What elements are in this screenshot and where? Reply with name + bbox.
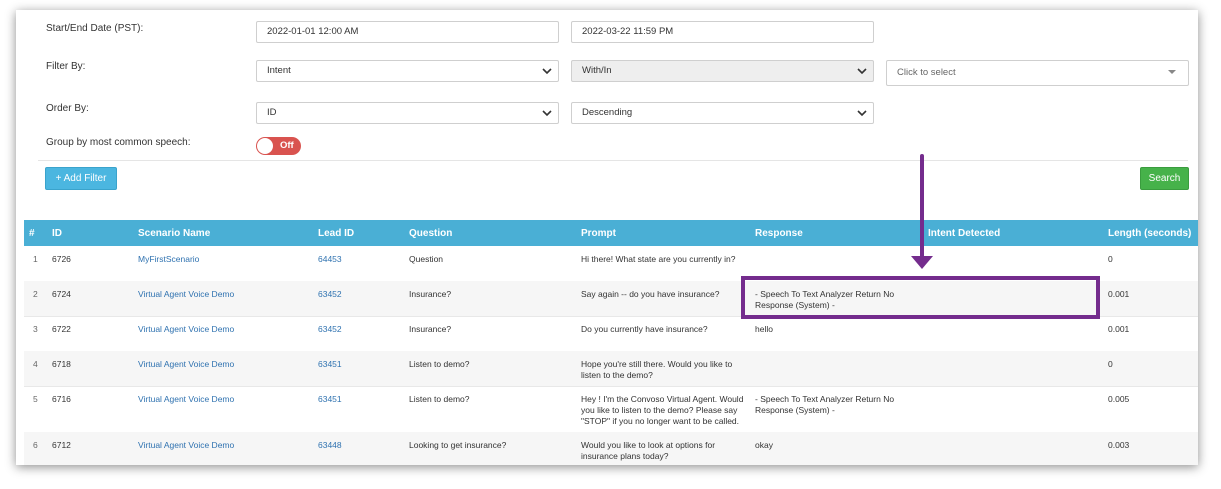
row-length: 0.005 <box>1108 394 1130 404</box>
end-date-input[interactable]: 2022-03-22 11:59 PM <box>571 21 874 43</box>
filter-value-select[interactable]: Click to select <box>886 60 1189 86</box>
caret-down-icon <box>1168 70 1176 74</box>
row-length: 0.001 <box>1108 324 1130 334</box>
row-num: 6 <box>33 440 38 450</box>
col-question[interactable]: Question <box>409 228 452 239</box>
group-toggle[interactable]: Off <box>256 137 301 155</box>
filter-field-value: Intent <box>267 65 291 76</box>
date-label: Start/End Date (PST): <box>46 23 144 34</box>
scenario-link[interactable]: Virtual Agent Voice Demo <box>138 440 234 451</box>
row-id: 6724 <box>52 289 71 299</box>
chevron-down-icon <box>857 110 867 117</box>
order-field-value: ID <box>267 107 277 118</box>
lead-link[interactable]: 64453 <box>318 254 342 265</box>
col-lead-id[interactable]: Lead ID <box>318 228 354 239</box>
chevron-down-icon <box>857 68 867 75</box>
scenario-link[interactable]: Virtual Agent Voice Demo <box>138 394 234 405</box>
row-num: 2 <box>33 289 38 299</box>
lead-link[interactable]: 63452 <box>318 289 342 300</box>
filter-operator-value: With/In <box>582 65 612 76</box>
row-question: Insurance? <box>409 289 452 299</box>
scenario-link[interactable]: Virtual Agent Voice Demo <box>138 289 234 300</box>
row-length: 0 <box>1108 359 1113 369</box>
row-response: okay <box>755 440 773 450</box>
col-intent[interactable]: Intent Detected <box>928 228 1000 239</box>
lead-link[interactable]: 63452 <box>318 324 342 335</box>
filter-operator-select[interactable]: With/In <box>571 60 874 82</box>
row-prompt: Hope you're still there. Would you like … <box>581 359 733 380</box>
row-question: Looking to get insurance? <box>409 440 507 450</box>
col-num: # <box>29 228 35 239</box>
row-response: hello <box>755 324 773 334</box>
row-id: 6716 <box>52 394 71 404</box>
row-id: 6712 <box>52 440 71 450</box>
search-button[interactable]: Search <box>1140 167 1189 190</box>
row-id: 6726 <box>52 254 71 264</box>
table-row: 4 6718 Virtual Agent Voice Demo 63451 Li… <box>24 351 1198 387</box>
add-filter-button[interactable]: + Add Filter <box>45 167 117 190</box>
row-question: Insurance? <box>409 324 452 334</box>
order-direction-select[interactable]: Descending <box>571 102 874 124</box>
row-length: 0 <box>1108 254 1113 264</box>
row-prompt: Hey ! I'm the Convoso Virtual Agent. Wou… <box>581 394 744 426</box>
row-prompt: Say again -- do you have insurance? <box>581 289 720 299</box>
table-row: 3 6722 Virtual Agent Voice Demo 63452 In… <box>24 316 1198 352</box>
row-response: - Speech To Text Analyzer Return No Resp… <box>755 394 895 415</box>
scenario-link[interactable]: Virtual Agent Voice Demo <box>138 324 234 335</box>
lead-link[interactable]: 63451 <box>318 359 342 370</box>
toggle-state-label: Off <box>280 140 294 151</box>
row-id: 6722 <box>52 324 71 334</box>
order-label: Order By: <box>46 103 89 114</box>
report-panel: Start/End Date (PST): 2022-01-01 12:00 A… <box>16 10 1198 465</box>
row-num: 3 <box>33 324 38 334</box>
order-field-select[interactable]: ID <box>256 102 559 124</box>
row-id: 6718 <box>52 359 71 369</box>
scenario-link[interactable]: Virtual Agent Voice Demo <box>138 359 234 370</box>
annotation-arrow-head <box>911 256 933 269</box>
start-date-input[interactable]: 2022-01-01 12:00 AM <box>256 21 559 43</box>
row-num: 1 <box>33 254 38 264</box>
lead-link[interactable]: 63451 <box>318 394 342 405</box>
row-question: Listen to demo? <box>409 394 470 404</box>
filter-field-select[interactable]: Intent <box>256 60 559 82</box>
col-scenario[interactable]: Scenario Name <box>138 228 210 239</box>
table-header: # ID Scenario Name Lead ID Question Prom… <box>24 220 1198 246</box>
table-row: 6 6712 Virtual Agent Voice Demo 63448 Lo… <box>24 432 1198 465</box>
row-length: 0.003 <box>1108 440 1130 450</box>
lead-link[interactable]: 63448 <box>318 440 342 451</box>
chevron-down-icon <box>542 68 552 75</box>
annotation-highlight-box <box>741 276 1100 319</box>
col-length[interactable]: Length (seconds) <box>1108 228 1191 239</box>
scenario-link[interactable]: MyFirstScenario <box>138 254 199 265</box>
row-prompt: Would you like to look at options for in… <box>581 440 716 461</box>
col-response[interactable]: Response <box>755 228 803 239</box>
row-length: 0.001 <box>1108 289 1130 299</box>
row-question: Question <box>409 254 444 264</box>
table-row: 5 6716 Virtual Agent Voice Demo 63451 Li… <box>24 386 1198 433</box>
row-prompt: Hi there! What state are you currently i… <box>581 254 736 264</box>
col-prompt[interactable]: Prompt <box>581 228 616 239</box>
toggle-knob <box>257 138 273 154</box>
filter-value-placeholder: Click to select <box>897 67 956 78</box>
group-label: Group by most common speech: <box>46 137 191 148</box>
filter-label: Filter By: <box>46 61 86 72</box>
row-question: Listen to demo? <box>409 359 470 369</box>
row-prompt: Do you currently have insurance? <box>581 324 708 334</box>
chevron-down-icon <box>542 110 552 117</box>
col-id[interactable]: ID <box>52 228 62 239</box>
annotation-arrow <box>920 154 924 259</box>
order-direction-value: Descending <box>582 107 633 118</box>
row-num: 5 <box>33 394 38 404</box>
row-num: 4 <box>33 359 38 369</box>
divider <box>38 160 1188 161</box>
